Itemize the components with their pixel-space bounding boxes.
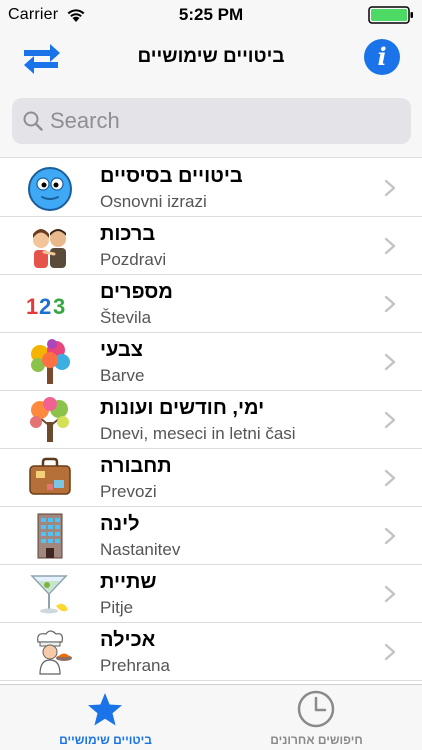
item-subtitle: Nastanitev [100,540,181,559]
tab-label: חיפושים אחרונים [270,733,363,747]
numbers-123-icon: 1 2 3 [26,294,65,319]
tab-label: ביטויים שימושיים [59,733,152,747]
search-icon [23,111,43,131]
item-title-hebrew: ברכות [100,223,156,245]
chevron-right-icon [384,295,396,313]
item-subtitle: Prehrana [100,656,170,675]
item-subtitle: Prevozi [100,482,157,501]
item-subtitle: Dnevi, meseci in letni časi [100,424,296,443]
item-subtitle: Barve [100,366,145,385]
category-list: ביטויים בסיסיים Osnovni izrazi ברכות Poz… [0,159,422,683]
info-icon[interactable]: i [364,39,400,75]
smiley-face-icon [28,167,72,211]
navigation-bar: ביטויים שימושיים i [0,30,422,86]
item-subtitle: Osnovni izrazi [100,192,207,211]
svg-text:3: 3 [53,294,65,319]
chevron-right-icon [384,353,396,371]
item-title-hebrew: שתיית [100,571,157,593]
search-bar[interactable] [12,98,411,144]
item-title-hebrew: ביטויים בסיסיים [100,165,243,187]
chef-icon [37,630,72,675]
chevron-right-icon [384,585,396,603]
item-title-hebrew: צבעי [100,339,143,361]
tab-recent-searches[interactable]: חיפושים אחרונים [211,685,422,750]
list-item-drinking[interactable]: שתיית Pitje [0,565,422,623]
chevron-right-icon [384,237,396,255]
status-bar: Carrier 5:25 PM [0,0,422,30]
search-area [0,86,422,158]
item-title-hebrew: אכילה [100,629,156,651]
list-item-basic-expressions[interactable]: ביטויים בסיסיים Osnovni izrazi [0,159,422,217]
item-subtitle: Pozdravi [100,250,167,269]
search-input[interactable] [50,98,400,144]
chevron-right-icon [384,179,396,197]
item-title-hebrew: תחבורה [100,455,172,477]
svg-text:2: 2 [39,294,51,319]
list-item-numbers[interactable]: 1 2 3 מספרים Števila [0,275,422,333]
item-subtitle: Števila [100,308,152,327]
item-title-hebrew: לינה [100,513,140,535]
battery-icon [368,6,413,24]
item-title-hebrew: מספרים [100,281,173,303]
clock-time: 5:25 PM [178,5,244,24]
chevron-right-icon [384,527,396,545]
clock-icon [297,690,335,728]
item-subtitle: Pitje [100,598,134,617]
svg-text:1: 1 [26,294,38,319]
list-item-food[interactable]: אכילה Prehrana [0,623,422,681]
chevron-right-icon [384,643,396,661]
tab-bar: ביטויים שימושיים חיפושים אחרונים [0,684,422,750]
seasons-tree-icon [30,397,69,442]
colorful-tree-icon [31,339,70,384]
star-icon [88,693,122,726]
list-item-colors[interactable]: צבעי Barve [0,333,422,391]
suitcase-icon [29,457,71,495]
list-item-days-months-seasons[interactable]: ימי, חודשים ועונות Dnevi, meseci in letn… [0,391,422,449]
hotel-building-icon [37,513,63,559]
chevron-right-icon [384,411,396,429]
list-item-greetings[interactable]: ברכות Pozdravi [0,217,422,275]
list-item-accommodation[interactable]: לינה Nastanitev [0,507,422,565]
chevron-right-icon [384,469,396,487]
item-title-hebrew: ימי, חודשים ועונות [100,397,265,419]
swap-languages-icon[interactable] [20,38,62,78]
list-item-transport[interactable]: תחבורה Prevozi [0,449,422,507]
page-title: ביטויים שימושיים [137,46,285,67]
hugging-people-icon [33,229,66,268]
tab-useful-phrases[interactable]: ביטויים שימושיים [0,685,211,750]
martini-glass-icon [30,575,68,614]
